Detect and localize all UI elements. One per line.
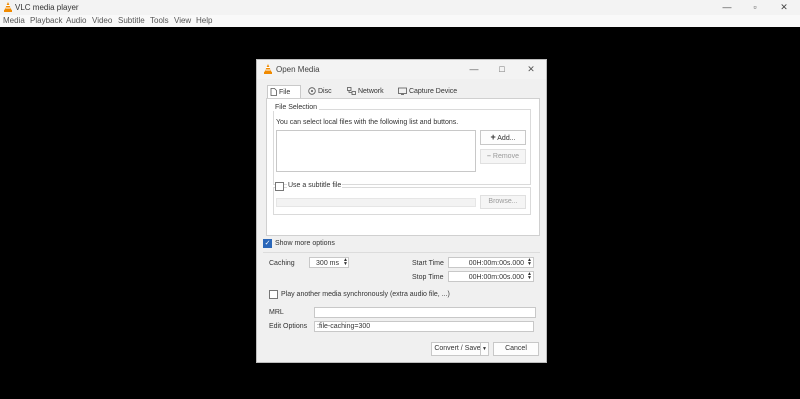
start-time-value: 00H:00m:00s.000: [468, 260, 524, 267]
tab-file-label: File: [278, 89, 291, 96]
vlc-cone-icon: [4, 2, 12, 12]
minus-icon: –: [487, 153, 491, 160]
cancel-button-label: Cancel: [505, 345, 527, 352]
chevron-down-icon: ▼: [482, 346, 487, 352]
dialog-minimize-button[interactable]: —: [465, 63, 483, 76]
convert-save-dropdown[interactable]: ▼: [480, 342, 489, 356]
close-button[interactable]: ✕: [770, 0, 798, 15]
vlc-cone-icon: [264, 64, 272, 74]
options-separator: [263, 252, 540, 253]
tab-disc[interactable]: Disc: [306, 85, 340, 99]
open-media-dialog: Open Media — □ ✕ File Disc Network Captu…: [256, 59, 547, 363]
caching-spinner[interactable]: ▲ ▼: [343, 258, 348, 267]
stop-time-label: Stop Time: [412, 274, 444, 281]
menu-audio[interactable]: Audio: [66, 16, 86, 25]
minimize-button[interactable]: —: [713, 0, 741, 15]
remove-button-label: Remove: [492, 153, 519, 160]
file-selection-legend: File Selection: [273, 104, 320, 111]
menu-bar: Media Playback Audio Video Subtitle Tool…: [0, 15, 800, 27]
tab-capture-device-label: Capture Device: [408, 88, 458, 95]
disc-icon: [308, 87, 316, 95]
show-more-options-label: Show more options: [275, 240, 335, 247]
subtitle-file-field[interactable]: [276, 198, 476, 207]
tab-capture-device[interactable]: Capture Device: [396, 85, 464, 99]
play-another-media-label: Play another media synchronously (extra …: [281, 291, 450, 298]
add-button-label: Add...: [497, 135, 516, 142]
capture-device-icon: [398, 87, 407, 96]
plus-icon: +: [490, 132, 496, 142]
caching-value: 300 ms: [316, 260, 339, 267]
dialog-titlebar: Open Media — □ ✕: [257, 60, 546, 79]
file-icon: [270, 88, 277, 97]
mrl-field[interactable]: [314, 307, 536, 318]
tab-network-label: Network: [357, 88, 384, 95]
subtitle-checkbox-label: Use a subtitle file: [287, 182, 343, 189]
dialog-close-button[interactable]: ✕: [522, 63, 540, 76]
network-icon: [347, 87, 356, 96]
mrl-label: MRL: [269, 309, 284, 316]
file-selection-description: You can select local files with the foll…: [276, 119, 459, 126]
edit-options-label: Edit Options: [269, 323, 308, 330]
play-another-media-checkbox[interactable]: [269, 290, 278, 299]
add-button[interactable]: + Add...: [480, 130, 526, 145]
dialog-title: Open Media: [276, 65, 320, 74]
tab-disc-label: Disc: [317, 88, 332, 95]
edit-options-field[interactable]: :file-caching=300: [314, 321, 534, 332]
start-time-spinner[interactable]: ▲ ▼: [527, 258, 532, 267]
dialog-maximize-button[interactable]: □: [493, 63, 511, 76]
convert-save-label: Convert / Save: [434, 345, 481, 352]
file-tab-panel: File Selection You can select local file…: [266, 98, 540, 236]
start-time-input[interactable]: 00H:00m:00s.000: [448, 257, 534, 268]
browse-button[interactable]: Browse...: [480, 195, 526, 209]
menu-media[interactable]: Media: [3, 16, 25, 25]
start-time-label: Start Time: [412, 260, 444, 267]
convert-save-button[interactable]: Convert / Save: [431, 342, 484, 356]
menu-video[interactable]: Video: [92, 16, 112, 25]
file-list[interactable]: [276, 130, 476, 172]
app-title: VLC media player: [15, 3, 79, 12]
menu-help[interactable]: Help: [196, 16, 212, 25]
stop-time-spinner[interactable]: ▲ ▼: [527, 272, 532, 281]
remove-button[interactable]: – Remove: [480, 149, 526, 164]
app-titlebar: VLC media player — ▫ ✕: [0, 0, 800, 15]
menu-view[interactable]: View: [174, 16, 191, 25]
menu-playback[interactable]: Playback: [30, 16, 62, 25]
subtitle-checkbox[interactable]: [275, 182, 284, 191]
maximize-button[interactable]: ▫: [741, 0, 769, 15]
menu-subtitle[interactable]: Subtitle: [118, 16, 145, 25]
cancel-button[interactable]: Cancel: [493, 342, 539, 356]
stop-time-value: 00H:00m:00s.000: [468, 274, 524, 281]
tab-network[interactable]: Network: [345, 85, 391, 99]
menu-tools[interactable]: Tools: [150, 16, 169, 25]
edit-options-value: :file-caching=300: [317, 323, 371, 330]
show-more-options-checkbox[interactable]: ✓: [263, 239, 272, 248]
caching-label: Caching: [269, 260, 295, 267]
stop-time-input[interactable]: 00H:00m:00s.000: [448, 271, 534, 282]
